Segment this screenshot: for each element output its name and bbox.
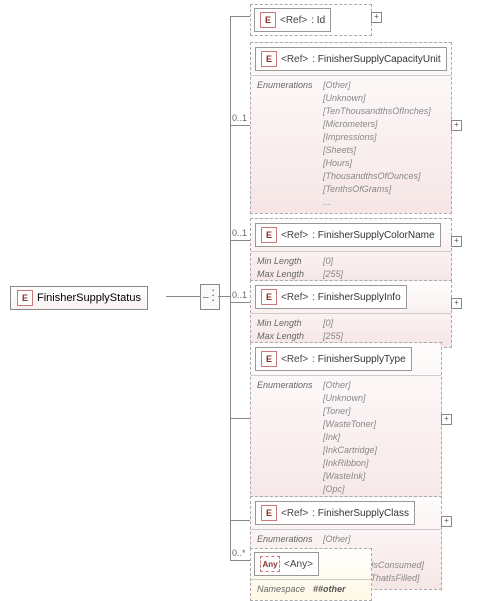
- type-name: : Id: [311, 15, 325, 26]
- enum-item: [TenThousandthsOfInches]: [323, 105, 431, 118]
- ref-tag: <Ref>: [281, 54, 308, 65]
- enum-item: [InkRibbon]: [323, 457, 377, 470]
- enum-item: [InkCartridge]: [323, 444, 377, 457]
- enum-item: [Impressions]: [323, 131, 431, 144]
- enum-item: [Other]: [323, 79, 431, 92]
- enum-item: [WasteInk]: [323, 470, 377, 483]
- enum-item: [Unknown]: [323, 392, 377, 405]
- enum-item: ...: [323, 196, 431, 209]
- connector-child-4: [230, 418, 250, 419]
- child-type: E <Ref> : FinisherSupplyType Enumeration…: [250, 342, 442, 514]
- connector-child-0: [230, 16, 250, 17]
- enum-item: [Ink]: [323, 431, 377, 444]
- element-icon: E: [261, 351, 277, 367]
- enum-item: [Micrometers]: [323, 118, 431, 131]
- cardinality: 0..*: [232, 548, 246, 558]
- expand-icon[interactable]: +: [441, 414, 452, 425]
- sequence-compositor: [200, 284, 220, 310]
- enum-item: [Unknown]: [323, 92, 431, 105]
- child-any: Any <Any> Namespace ##other: [250, 548, 372, 601]
- ref-tag: <Ref>: [281, 354, 308, 365]
- enum-item: [Hours]: [323, 157, 431, 170]
- child-body: Namespace ##other: [251, 581, 371, 600]
- expand-icon[interactable]: +: [371, 12, 382, 23]
- connector-backbone: [230, 16, 231, 560]
- ref-tag: <Ref>: [280, 15, 307, 26]
- child-id-header: E <Ref> : Id: [254, 8, 331, 32]
- connector-child-5: [230, 520, 250, 521]
- expand-icon[interactable]: +: [451, 298, 462, 309]
- child-header: E <Ref> : FinisherSupplyInfo: [255, 285, 407, 309]
- enum-list: [Other] [Unknown] [TenThousandthsOfInche…: [323, 79, 431, 209]
- enum-label: Enumerations: [257, 79, 315, 209]
- enum-item: [Sheets]: [323, 144, 431, 157]
- enum-item: [ThousandthsOfOunces]: [323, 170, 431, 183]
- type-name: : FinisherSupplyInfo: [312, 292, 400, 303]
- ns-value: ##other: [313, 583, 346, 596]
- expand-icon[interactable]: +: [451, 120, 462, 131]
- connector-child-1: [230, 125, 250, 126]
- type-name: : FinisherSupplyType: [312, 354, 405, 365]
- element-icon: E: [261, 227, 277, 243]
- connector-child-6: [230, 560, 250, 561]
- child-body: Enumerations [Other] [Unknown] [Toner] […: [251, 377, 441, 513]
- child-header: E <Ref> : FinisherSupplyCapacityUnit: [255, 47, 447, 71]
- minlen-label: Min Length: [257, 317, 315, 330]
- child-info: E <Ref> : FinisherSupplyInfo Min Length […: [250, 280, 452, 348]
- element-icon: E: [261, 51, 277, 67]
- ref-tag: <Ref>: [281, 230, 308, 241]
- enum-item: [TenthsOfGrams]: [323, 183, 431, 196]
- enum-item: [WasteToner]: [323, 418, 377, 431]
- cardinality: 0..1: [232, 113, 247, 123]
- root-label: FinisherSupplyStatus: [37, 292, 141, 304]
- child-header: E <Ref> : FinisherSupplyColorName: [255, 223, 441, 247]
- ns-label: Namespace: [257, 583, 305, 596]
- ref-tag: <Ref>: [281, 508, 308, 519]
- element-icon: E: [261, 289, 277, 305]
- child-id: E <Ref> : Id: [250, 4, 372, 36]
- element-icon: E: [260, 12, 276, 28]
- enum-item: [Other]: [323, 379, 377, 392]
- minlen-value: [0]: [323, 317, 333, 330]
- connector-child-3: [230, 302, 250, 303]
- any-tag: <Any>: [284, 559, 313, 570]
- type-name: : FinisherSupplyClass: [312, 508, 409, 519]
- child-capacityunit: E <Ref> : FinisherSupplyCapacityUnit Enu…: [250, 42, 452, 214]
- type-name: : FinisherSupplyCapacityUnit: [312, 54, 440, 65]
- enum-item: [Other]: [323, 533, 424, 546]
- child-colorname: E <Ref> : FinisherSupplyColorName Min Le…: [250, 218, 452, 286]
- child-header: E <Ref> : FinisherSupplyClass: [255, 501, 415, 525]
- connector-child-2: [230, 240, 250, 241]
- element-icon: E: [17, 290, 33, 306]
- minlen-value: [0]: [323, 255, 333, 268]
- root-element: E FinisherSupplyStatus: [10, 286, 148, 310]
- cardinality: 0..1: [232, 290, 247, 300]
- type-name: : FinisherSupplyColorName: [312, 230, 434, 241]
- connector-seq-stub: [218, 296, 230, 297]
- child-header: Any <Any>: [254, 552, 319, 576]
- enum-item: [Toner]: [323, 405, 377, 418]
- expand-icon[interactable]: +: [441, 516, 452, 527]
- child-header: E <Ref> : FinisherSupplyType: [255, 347, 412, 371]
- cardinality: 0..1: [232, 228, 247, 238]
- expand-icon[interactable]: +: [451, 236, 462, 247]
- minlen-label: Min Length: [257, 255, 315, 268]
- sequence-icon: [205, 289, 215, 305]
- enum-item: [Opc]: [323, 483, 377, 496]
- ref-tag: <Ref>: [281, 292, 308, 303]
- enum-label: Enumerations: [257, 379, 315, 509]
- any-icon: Any: [260, 556, 280, 572]
- child-body: Enumerations [Other] [Unknown] [TenThous…: [251, 77, 451, 213]
- element-icon: E: [261, 505, 277, 521]
- connector-root-seq: [166, 296, 200, 297]
- enum-list: [Other] [Unknown] [Toner] [WasteToner] […: [323, 379, 377, 509]
